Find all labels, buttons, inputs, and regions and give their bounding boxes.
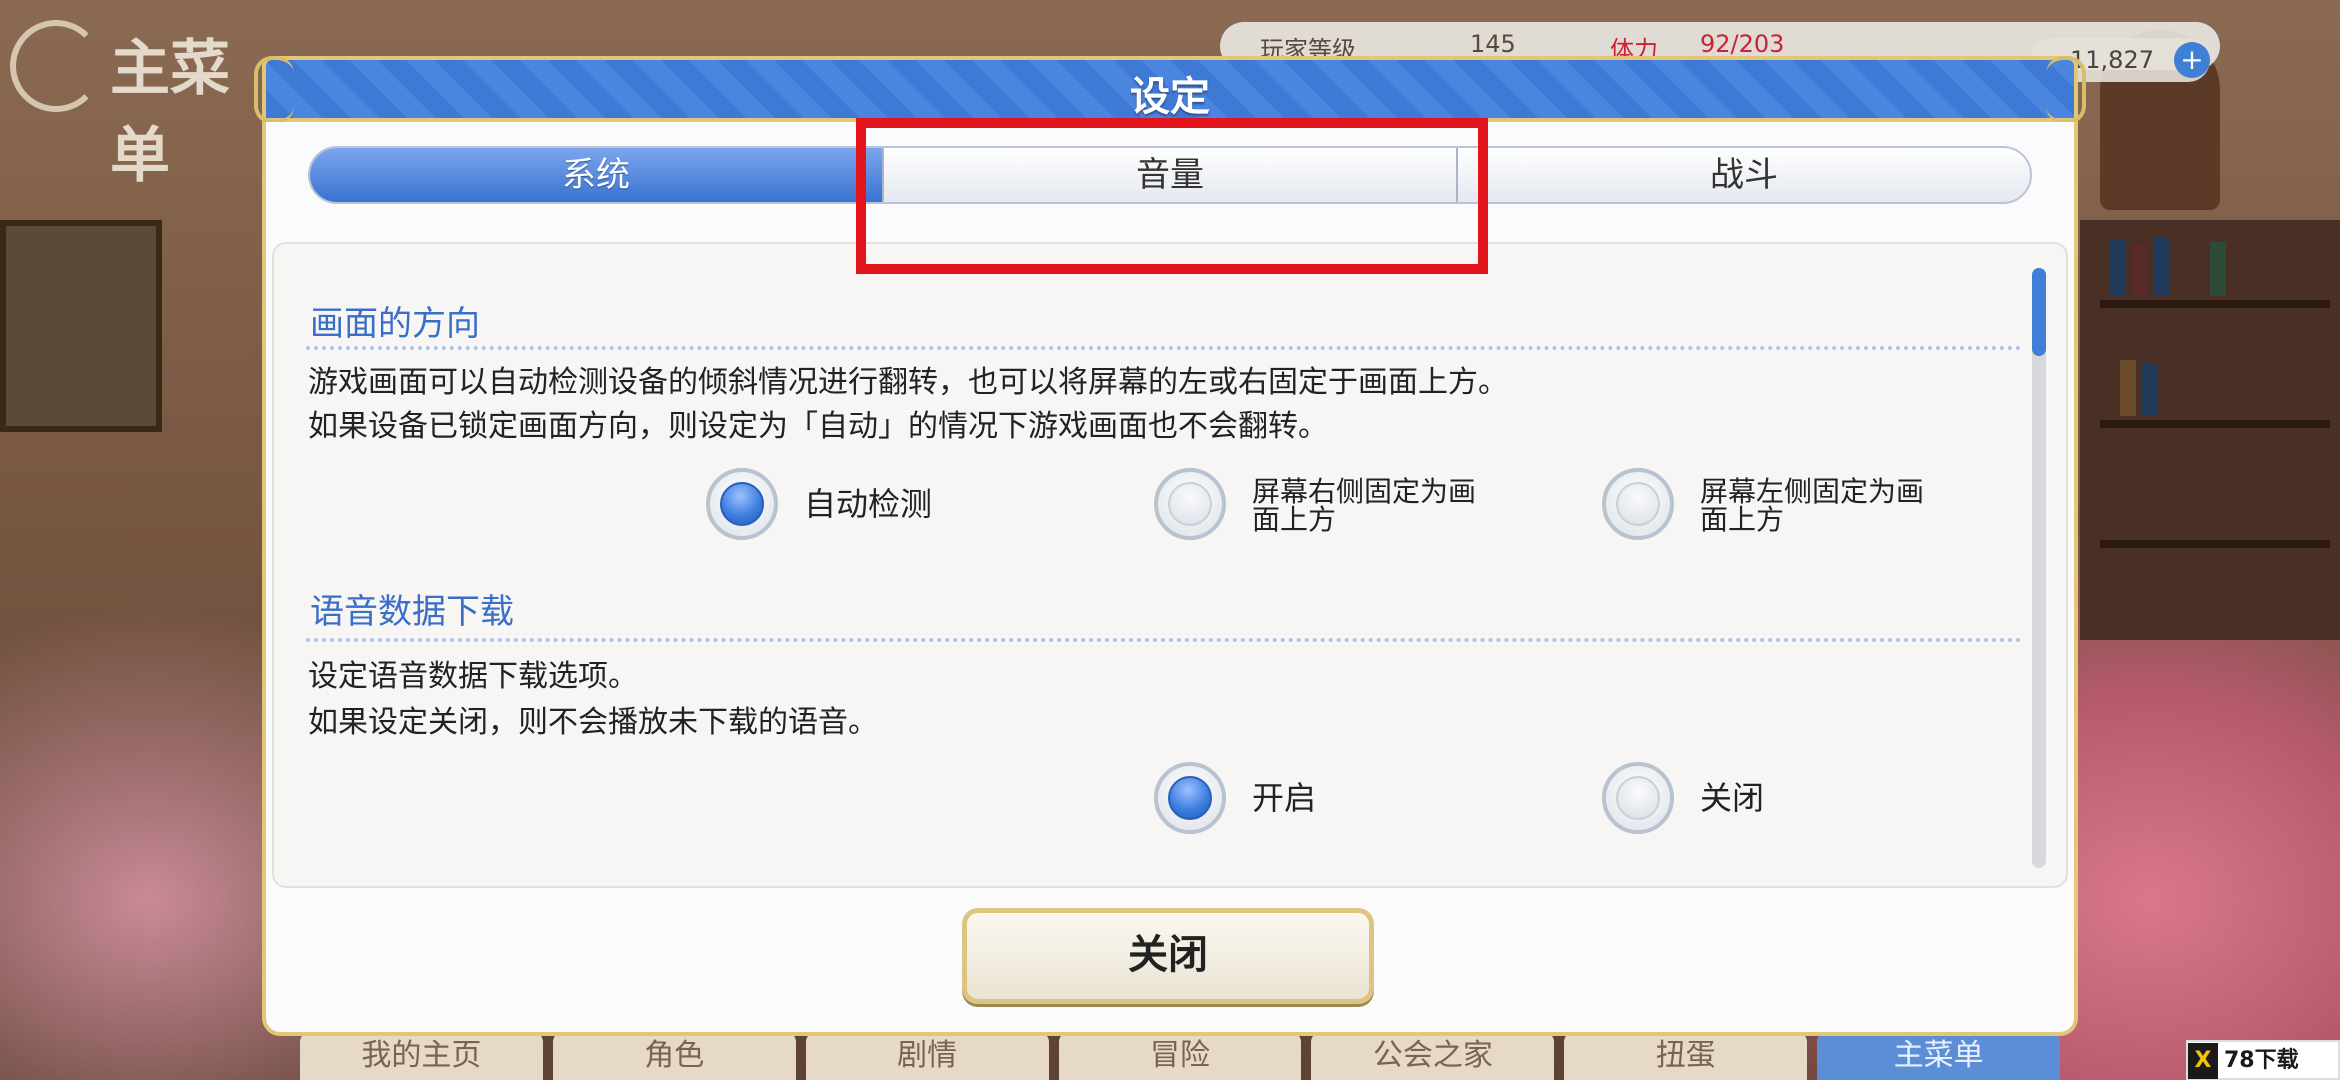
tab-system[interactable]: 系统	[310, 148, 884, 202]
player-level: 145	[1470, 30, 1516, 58]
tab-battle[interactable]: 战斗	[1458, 148, 2030, 202]
section-divider	[306, 638, 2022, 642]
section-title-voice-download: 语音数据下载	[310, 592, 514, 632]
watermark: X 78下载	[2186, 1040, 2340, 1080]
section-description-line: 如果设定关闭，则不会播放未下载的语音。	[308, 705, 878, 740]
ornament-right-icon	[2046, 56, 2086, 124]
radio-right-top[interactable]	[1154, 468, 1226, 540]
dialog-header: 设定	[262, 56, 2078, 122]
bottom-navigation: 我的主页 角色 剧情 冒险 公会之家 扭蛋 主菜单	[300, 1032, 2061, 1080]
logo-swirl-icon	[10, 20, 102, 112]
main-menu-logo: 主菜单	[0, 0, 260, 191]
radio-label-auto-detect: 自动检测	[804, 485, 933, 523]
section-description-line: 游戏画面可以自动检测设备的倾斜情况进行翻转，也可以将屏幕的左或右固定于画面上方。	[308, 365, 1508, 400]
dialog-title: 设定	[1130, 74, 1210, 120]
radio-auto-detect[interactable]	[706, 468, 778, 540]
nav-item-gacha[interactable]: 扭蛋	[1564, 1032, 1808, 1080]
add-currency-button[interactable]: +	[2174, 42, 2210, 78]
nav-item-characters[interactable]: 角色	[552, 1032, 796, 1080]
watermark-text: 78下载	[2224, 1048, 2299, 1073]
logo-text: 主菜单	[110, 34, 230, 191]
nav-item-guild[interactable]: 公会之家	[1311, 1032, 1555, 1080]
bookshelf	[2080, 220, 2340, 640]
nav-item-menu[interactable]: 主菜单	[1817, 1032, 2061, 1080]
section-divider	[306, 346, 2022, 350]
radio-label-voice-off: 关闭	[1700, 779, 1765, 817]
nav-item-story[interactable]: 剧情	[805, 1032, 1049, 1080]
radio-label-voice-on: 开启	[1252, 779, 1317, 817]
scrollbar-thumb[interactable]	[2032, 268, 2046, 356]
nav-item-home[interactable]: 我的主页	[300, 1032, 543, 1080]
radio-voice-off[interactable]	[1602, 762, 1674, 834]
stamina-value: 92/203	[1700, 30, 1785, 58]
radio-voice-on[interactable]	[1154, 762, 1226, 834]
radio-label-left-top: 屏幕左侧固定为画面上方	[1700, 475, 1925, 536]
nav-item-adventure[interactable]: 冒险	[1058, 1032, 1302, 1080]
ornament-left-icon	[254, 56, 294, 124]
section-description-line: 如果设备已锁定画面方向，则设定为「自动」的情况下游戏画面也不会翻转。	[308, 409, 1328, 444]
content-scrollbar[interactable]	[2032, 268, 2046, 868]
close-button[interactable]: 关闭	[962, 908, 1374, 1004]
radio-label-right-top: 屏幕右侧固定为画面上方	[1252, 475, 1477, 536]
section-description-line: 设定语音数据下载选项。	[308, 659, 638, 694]
watermark-logo-icon: X	[2188, 1043, 2218, 1079]
window	[0, 220, 162, 432]
highlight-box	[856, 118, 1488, 274]
section-title-orientation: 画面的方向	[310, 304, 480, 344]
radio-left-top[interactable]	[1602, 468, 1674, 540]
